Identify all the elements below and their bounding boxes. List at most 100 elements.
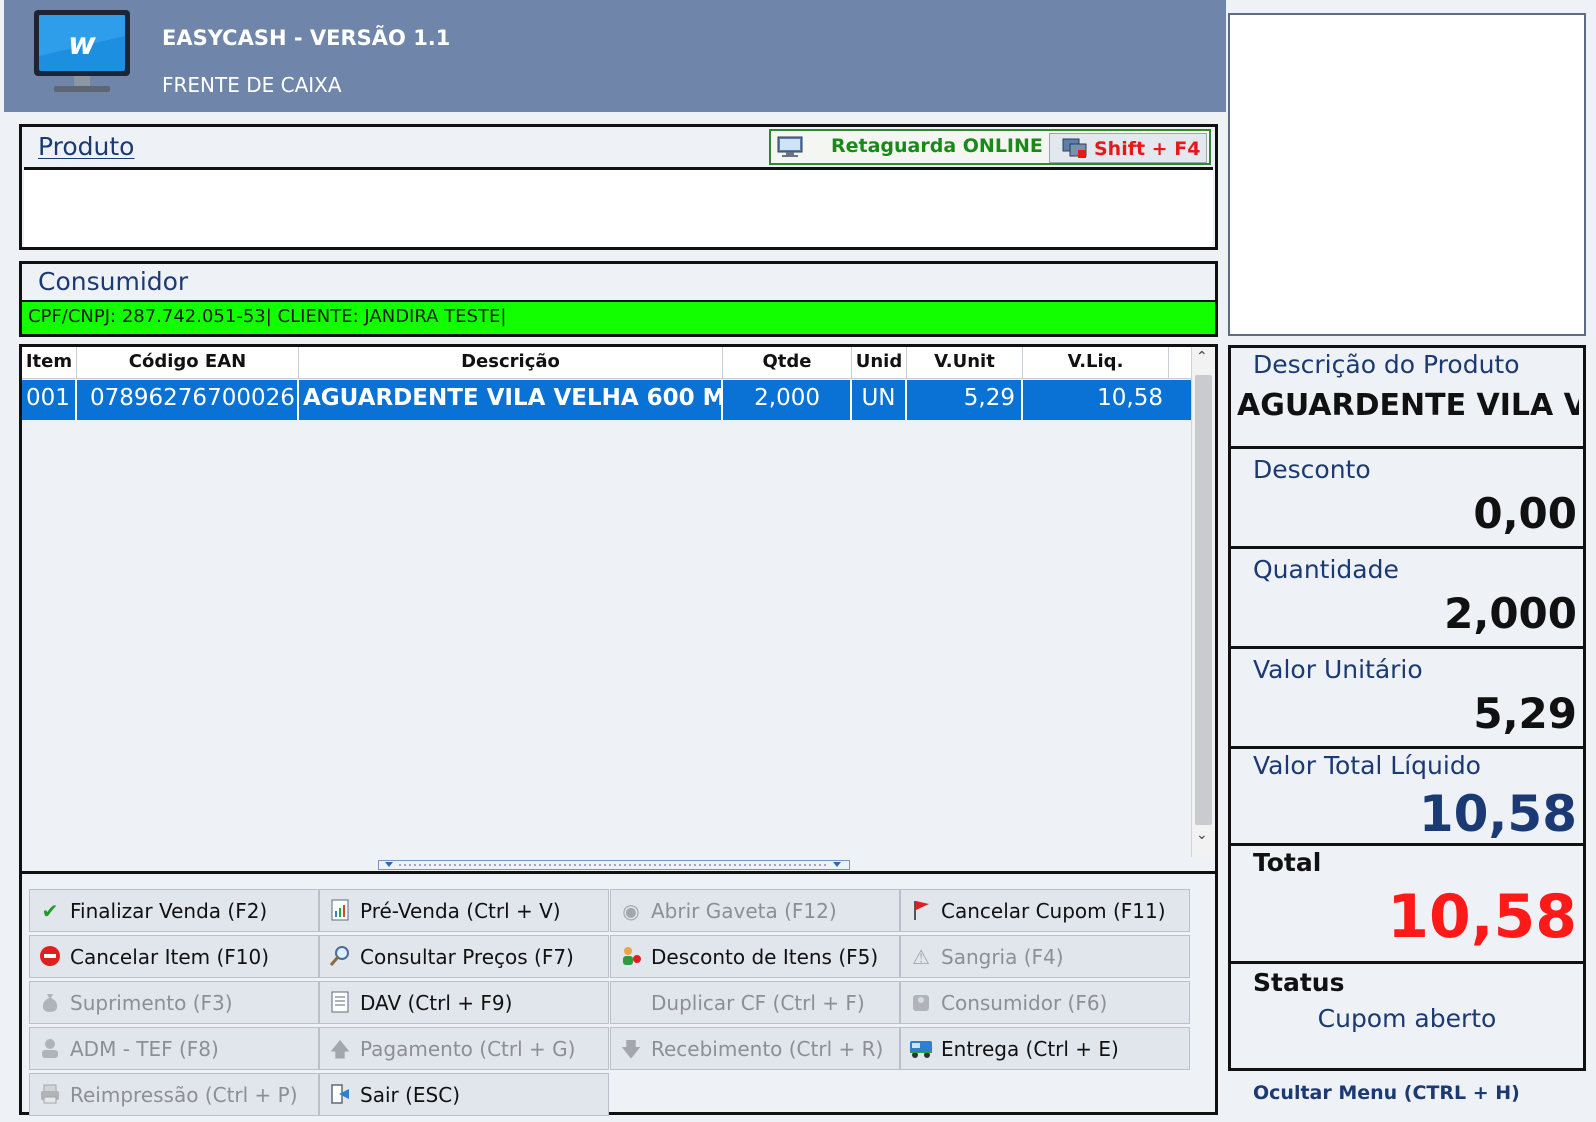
scroll-thumb[interactable] [1195, 375, 1212, 825]
col-ean[interactable]: Código EAN [77, 347, 299, 378]
adm-tef-button[interactable]: ADM - TEF (F8) [29, 1027, 319, 1070]
ocultar-menu-link[interactable]: Ocultar Menu (CTRL + H) [1253, 1082, 1520, 1104]
status-value: Cupom aberto [1317, 1004, 1497, 1033]
quantidade-label: Quantidade [1253, 555, 1399, 584]
grid-header: Item Código EAN Descrição Qtde Unid V.Un… [22, 347, 1191, 379]
entrega-label: Entrega (Ctrl + E) [941, 1037, 1119, 1061]
cell-descricao: AGUARDENTE VILA VELHA 600 M [299, 380, 723, 420]
dav-label: DAV (Ctrl + F9) [360, 991, 513, 1015]
function-menu: ✔ Finalizar Venda (F2) Pré-Venda (Ctrl +… [19, 871, 1218, 1116]
arrow-down-icon: 🡇 [620, 1037, 642, 1061]
info-panel: Descrição do Produto AGUARDENTE VILA VEL… [1228, 345, 1586, 1071]
arrow-up-icon: 🡅 [329, 1037, 351, 1061]
warning-icon: ⚠ [912, 945, 930, 969]
sair-label: Sair (ESC) [360, 1083, 460, 1107]
duplicar-cf-button[interactable]: Duplicar CF (Ctrl + F) [610, 981, 900, 1024]
reimpressao-button[interactable]: Reimpressão (Ctrl + P) [29, 1073, 319, 1116]
valor-unitario-value: 5,29 [1473, 689, 1577, 738]
retaguarda-status: Retaguarda ONLINE Shift + F4 [769, 129, 1211, 165]
delivery-truck-icon [909, 1037, 933, 1061]
retaguarda-online-text: Retaguarda ONLINE [831, 135, 1043, 157]
cell-item: 001 [22, 380, 77, 420]
monitor-icon [777, 136, 803, 157]
app-title: EASYCASH - VERSÃO 1.1 [162, 26, 451, 50]
desconto-cell: Desconto 0,00 [1231, 449, 1583, 549]
document-chart-icon [328, 899, 352, 923]
cell-vliq: 10,58 [1097, 385, 1163, 411]
pagamento-label: Pagamento (Ctrl + G) [360, 1037, 576, 1061]
check-icon: ✔ [41, 899, 59, 923]
scroll-down-icon[interactable]: ⌄ [1196, 827, 1208, 843]
sangria-button[interactable]: ⚠ Sangria (F4) [900, 935, 1190, 978]
produto-label: Produto [38, 132, 135, 161]
col-vliq[interactable]: V.Liq. [1023, 347, 1169, 378]
col-unid[interactable]: Unid [852, 347, 907, 378]
money-bag-icon [38, 991, 62, 1015]
magnifier-icon [328, 945, 352, 969]
desconto-itens-label: Desconto de Itens (F5) [651, 945, 879, 969]
dav-button[interactable]: DAV (Ctrl + F9) [319, 981, 609, 1024]
finalizar-venda-label: Finalizar Venda (F2) [70, 899, 268, 923]
reimpressao-label: Reimpressão (Ctrl + P) [70, 1083, 298, 1107]
col-descricao[interactable]: Descrição [299, 347, 723, 378]
vertical-scrollbar[interactable]: ⌃ ⌄ [1191, 347, 1215, 857]
suprimento-button[interactable]: Suprimento (F3) [29, 981, 319, 1024]
pagamento-button[interactable]: 🡅 Pagamento (Ctrl + G) [319, 1027, 609, 1070]
svg-text:w: w [68, 27, 96, 62]
pre-venda-button[interactable]: Pré-Venda (Ctrl + V) [319, 889, 609, 932]
cell-unid: UN [852, 380, 907, 420]
sangria-label: Sangria (F4) [941, 945, 1064, 969]
recebimento-button[interactable]: 🡇 Recebimento (Ctrl + R) [610, 1027, 900, 1070]
user-icon [38, 1037, 62, 1061]
total-cell: Total 10,58 [1231, 846, 1583, 964]
status-cell: Status Cupom aberto [1231, 964, 1583, 1068]
shift-f4-label: Shift + F4 [1094, 138, 1201, 160]
no-entry-icon [38, 945, 62, 969]
drawer-icon: ◉ [622, 899, 640, 923]
finalizar-venda-button[interactable]: ✔ Finalizar Venda (F2) [29, 889, 319, 932]
col-vunit[interactable]: V.Unit [907, 347, 1023, 378]
scroll-up-icon[interactable]: ⌃ [1196, 349, 1208, 365]
cancelar-item-button[interactable]: Cancelar Item (F10) [29, 935, 319, 978]
table-row[interactable]: 001 07896276700026 AGUARDENTE VILA VELHA… [22, 380, 1191, 420]
recebimento-label: Recebimento (Ctrl + R) [651, 1037, 884, 1061]
items-grid[interactable]: Item Código EAN Descrição Qtde Unid V.Un… [19, 344, 1218, 871]
consumidor-button[interactable]: Consumidor (F6) [900, 981, 1190, 1024]
desconto-value: 0,00 [1473, 489, 1577, 538]
suprimento-label: Suprimento (F3) [70, 991, 233, 1015]
discount-user-icon [619, 945, 643, 969]
valor-unitario-label: Valor Unitário [1253, 655, 1423, 684]
printer-icon [38, 1083, 62, 1107]
consumidor-panel: Consumidor CPF/CNPJ: 287.742.051-53| CLI… [19, 261, 1218, 337]
sair-button[interactable]: Sair (ESC) [319, 1073, 609, 1116]
adm-tef-label: ADM - TEF (F8) [70, 1037, 219, 1061]
cancelar-item-label: Cancelar Item (F10) [70, 945, 270, 969]
cancelar-cupom-label: Cancelar Cupom (F11) [941, 899, 1166, 923]
descricao-produto-cell: Descrição do Produto AGUARDENTE VILA VEL… [1231, 348, 1583, 449]
col-qtde[interactable]: Qtde [723, 347, 852, 378]
valor-total-cell: Valor Total Líquido 10,58 [1231, 749, 1583, 846]
consumidor-btn-label: Consumidor (F6) [941, 991, 1108, 1015]
cell-qtde: 2,000 [723, 380, 852, 420]
entrega-button[interactable]: Entrega (Ctrl + E) [900, 1027, 1190, 1070]
cancelar-cupom-button[interactable]: Cancelar Cupom (F11) [900, 889, 1190, 932]
valor-unitario-cell: Valor Unitário 5,29 [1231, 649, 1583, 749]
consumidor-label: Consumidor [38, 267, 189, 296]
monitor-logo-icon: w [34, 10, 130, 92]
person-icon [909, 991, 933, 1015]
document-icon [328, 991, 352, 1015]
produto-input[interactable] [24, 167, 1213, 247]
consultar-precos-button[interactable]: Consultar Preços (F7) [319, 935, 609, 978]
cell-vunit: 5,29 [907, 380, 1023, 420]
desconto-itens-button[interactable]: Desconto de Itens (F5) [610, 935, 900, 978]
exit-door-icon [328, 1083, 352, 1107]
app-header: w EASYCASH - VERSÃO 1.1 FRENTE DE CAIXA [4, 0, 1226, 112]
valor-total-label: Valor Total Líquido [1253, 751, 1481, 780]
total-label: Total [1253, 848, 1322, 877]
col-item[interactable]: Item [22, 347, 77, 378]
shift-f4-button[interactable]: Shift + F4 [1049, 133, 1207, 163]
splitter-grip-icon [385, 862, 841, 867]
abrir-gaveta-button[interactable]: ◉ Abrir Gaveta (F12) [610, 889, 900, 932]
red-flag-icon [909, 899, 933, 923]
panel-splitter[interactable] [378, 860, 850, 870]
